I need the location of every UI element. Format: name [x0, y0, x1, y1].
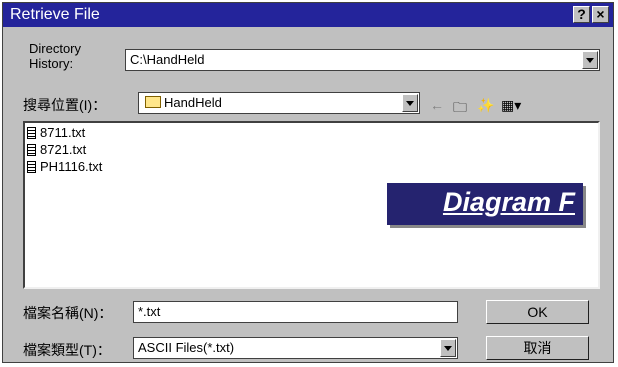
cancel-button[interactable]: 取消: [486, 336, 589, 360]
look-in-value: HandHeld: [164, 95, 222, 110]
text-file-icon: [27, 144, 36, 156]
list-item[interactable]: 8721.txt: [27, 142, 86, 157]
diagram-label-overlay: Diagram F: [387, 183, 583, 225]
directory-history-select[interactable]: C:\HandHeld: [125, 49, 600, 71]
look-in-label: 搜尋位置(I)：: [23, 97, 107, 113]
directory-history-label: Directory History:: [29, 41, 82, 71]
text-file-icon: [27, 161, 36, 173]
title-bar: Retrieve File ? ×: [3, 3, 613, 27]
ok-button[interactable]: OK: [486, 300, 589, 324]
help-button[interactable]: ?: [573, 6, 590, 23]
chevron-down-icon[interactable]: [440, 339, 456, 357]
up-folder-icon[interactable]: 🗀: [453, 97, 467, 121]
diagram-label: Diagram F: [442, 187, 575, 217]
text-file-icon: [27, 127, 36, 139]
directory-history-value: C:\HandHeld: [130, 52, 205, 67]
list-item[interactable]: 8711.txt: [27, 125, 85, 140]
folder-icon: [145, 96, 161, 108]
file-type-select[interactable]: ASCII Files(*.txt): [133, 337, 458, 359]
retrieve-file-dialog: Retrieve File ? × Directory History: C:\…: [2, 2, 614, 363]
file-name-value: *.txt: [138, 304, 161, 319]
list-item[interactable]: PH1116.txt: [27, 159, 102, 174]
chevron-down-icon[interactable]: [402, 94, 418, 112]
chevron-down-icon[interactable]: [582, 51, 598, 69]
back-arrow-icon[interactable]: ←: [430, 97, 444, 113]
file-type-value: ASCII Files(*.txt): [138, 340, 235, 355]
view-menu-icon[interactable]: ▦▾: [501, 97, 521, 114]
new-folder-icon[interactable]: ✨: [477, 97, 494, 114]
close-button[interactable]: ×: [592, 6, 609, 23]
file-name-label: 檔案名稱(N)：: [23, 305, 113, 321]
file-type-label: 檔案類型(T)：: [23, 342, 111, 358]
window-title: Retrieve File: [10, 6, 100, 23]
look-in-select[interactable]: HandHeld: [138, 92, 420, 114]
file-name-input[interactable]: *.txt: [133, 301, 458, 323]
